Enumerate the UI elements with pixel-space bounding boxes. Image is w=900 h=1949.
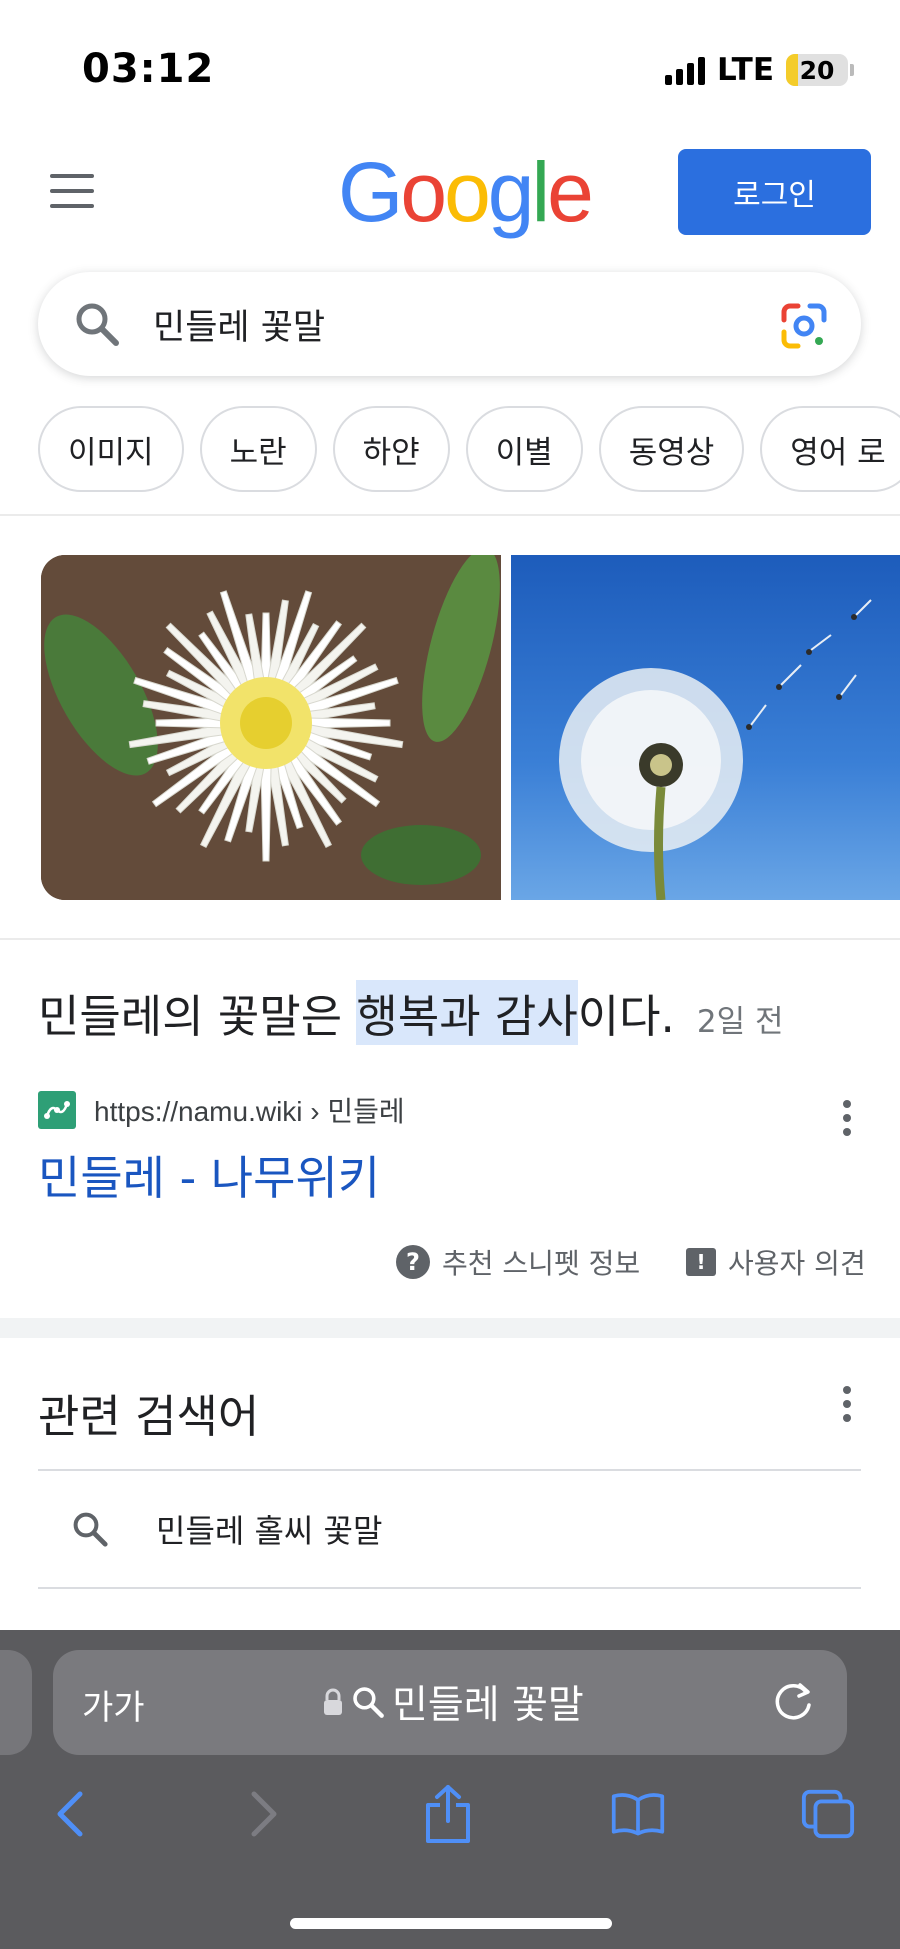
login-button[interactable]: 로그인 [678,149,871,235]
status-bar: 03:12 LTE 20 [0,0,900,130]
forward-icon[interactable] [236,1786,292,1842]
feedback-icon: ! [686,1248,716,1276]
reload-icon[interactable] [770,1678,816,1724]
snippet-info-label: 추천 스니펫 정보 [442,1247,641,1280]
dandelion-seedhead-photo[interactable] [511,555,900,900]
source-row[interactable]: https://namu.wiki › 민들레 [38,1090,405,1130]
answer-text-after: 이다. [577,990,675,1043]
hamburger-menu-icon[interactable] [50,174,94,208]
address-display[interactable]: 민들레 꽃말 [322,1676,584,1728]
search-icon [73,1512,108,1547]
chip-videos[interactable]: 동영상 [598,406,745,492]
logo-letter: G [338,145,403,239]
back-icon[interactable] [42,1786,98,1842]
chip-white[interactable]: 하얀 [332,406,450,492]
divider [38,1587,861,1589]
divider [0,938,900,940]
related-search-text: 민들레 홀씨 꽃말 [156,1512,383,1550]
section-separator [0,1318,900,1338]
search-box[interactable] [38,272,861,376]
result-title-link[interactable]: 민들레 - 나무위키 [38,1142,380,1208]
divider [0,514,900,516]
logo-letter: o [444,145,491,239]
answer-date: 2일 전 [696,1004,784,1040]
battery-tip [850,64,854,76]
bookmarks-icon[interactable] [610,1786,666,1842]
logo-letter: o [400,145,447,239]
more-options-icon[interactable] [842,1386,852,1422]
white-dandelion-photo[interactable] [41,555,501,900]
battery-text: 20 [799,55,835,85]
signal-icon [665,55,706,85]
logo-letter: l [531,145,551,239]
more-options-icon[interactable] [842,1100,852,1136]
text-size-button[interactable]: 가가 [82,1680,145,1729]
text-size-label: 가가 [82,1688,145,1728]
logo-letter: g [487,145,535,239]
chip-images[interactable]: 이미지 [38,406,184,492]
snippet-info-link[interactable]: ? 추천 스니펫 정보 [396,1242,640,1282]
google-lens-icon[interactable] [778,300,830,352]
status-time: 03:12 [82,46,215,92]
related-searches-title: 관련 검색어 [38,1390,260,1443]
logo-letter: e [547,145,594,239]
lock-icon [324,1688,342,1715]
search-icon [76,303,119,346]
battery-level [786,54,799,86]
tabs-icon[interactable] [800,1786,856,1842]
previous-tab-peek[interactable] [0,1650,32,1755]
share-icon[interactable] [420,1785,476,1843]
answer-text-before: 민들레의 꽃말은 [38,990,357,1043]
chip-yellow[interactable]: 노란 [199,406,317,492]
answer-highlight: 행복과 감사 [356,980,578,1045]
chip-farewell[interactable]: 이별 [465,406,583,492]
search-input[interactable] [153,298,773,350]
chip-english[interactable]: 영어 로 [760,406,900,492]
featured-answer: 민들레의 꽃말은 행복과 감사 이다. 2일 전 [38,980,783,1045]
feedback-link[interactable]: ! 사용자 의견 [686,1242,866,1282]
help-icon: ? [396,1245,430,1279]
source-url: https://namu.wiki › 민들레 [94,1090,405,1130]
related-search-item[interactable]: 민들레 홀씨 꽃말 [38,1472,861,1586]
home-indicator[interactable] [290,1918,612,1929]
source-domain: https://namu.wiki [94,1096,303,1127]
search-icon [353,1687,384,1718]
address-text: 민들레 꽃말 [392,1683,584,1728]
namu-wiki-favicon-icon [38,1091,76,1129]
network-type: LTE [717,52,774,88]
battery-icon: 20 [786,54,848,86]
source-breadcrumb: › 민들레 [302,1096,405,1127]
status-indicators: LTE 20 [665,52,854,88]
feedback-label: 사용자 의견 [728,1247,866,1280]
filter-chips: 이미지 노란 하얀 이별 동영상 영어 로 [38,406,900,492]
divider [38,1469,861,1471]
google-logo[interactable]: Google [338,145,594,239]
